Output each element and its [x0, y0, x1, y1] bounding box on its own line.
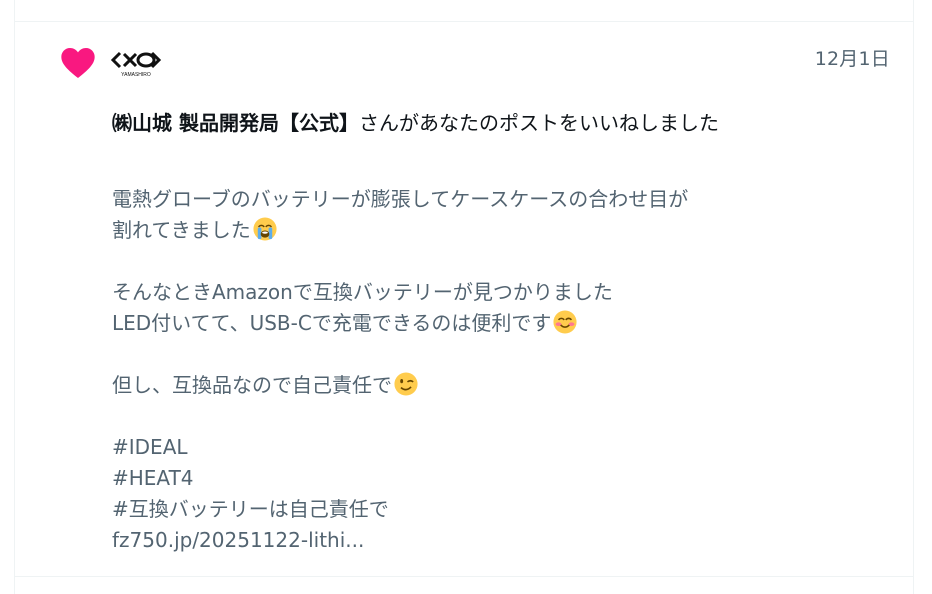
- smiling-face-with-smiling-eyes-emoji-icon: [553, 310, 577, 334]
- action-text: さんがあなたのポストをいいねしました: [358, 111, 719, 135]
- post-line: LED付いてて、USB-Cで充電できるのは便利です: [112, 311, 552, 335]
- divider: [14, 576, 914, 577]
- winking-face-emoji-icon: [394, 372, 418, 396]
- notification-headline: ㈱山城 製品開発局【公式】さんがあなたのポストをいいねしました: [112, 108, 782, 138]
- loudly-crying-face-emoji-icon: [253, 217, 277, 241]
- hashtag-link[interactable]: #互換バッテリーは自己責任で: [112, 494, 792, 525]
- post-line: 但し、互換品なので自己責任で: [112, 373, 392, 397]
- post-line: 割れてきました: [112, 218, 251, 242]
- like-notification[interactable]: YAMASHIRO 12月1日 ㈱山城 製品開発局【公式】さんがあなたのポストを…: [14, 22, 914, 576]
- hashtag-link[interactable]: #IDEAL: [112, 432, 792, 463]
- post-line-with-emoji: LED付いてて、USB-Cで充電できるのは便利です: [112, 308, 792, 339]
- post-line: そんなときAmazonで互換バッテリーが見つかりました: [112, 280, 613, 304]
- post-line-with-emoji: 割れてきました: [112, 215, 792, 246]
- avatar-logo-text: YAMASHIRO: [121, 72, 151, 78]
- heart-icon: [61, 48, 95, 78]
- post-line-with-emoji: 但し、互換品なので自己責任で: [112, 370, 792, 401]
- hashtag-link[interactable]: #HEAT4: [112, 463, 792, 494]
- yamashiro-logo-icon: YAMASHIRO: [110, 51, 162, 78]
- post-text[interactable]: 電熱グローブのバッテリーが膨張してケースケースの合わせ目が 割れてきました そん…: [112, 184, 792, 556]
- post-line: 電熱グローブのバッテリーが膨張してケースケースの合わせ目が: [112, 187, 689, 211]
- post-link[interactable]: fz750.jp/20251122-lithi...: [112, 525, 792, 556]
- account-name-link[interactable]: ㈱山城 製品開発局【公式】: [112, 111, 359, 135]
- avatar[interactable]: YAMASHIRO: [110, 46, 162, 78]
- timestamp[interactable]: 12月1日: [815, 44, 890, 71]
